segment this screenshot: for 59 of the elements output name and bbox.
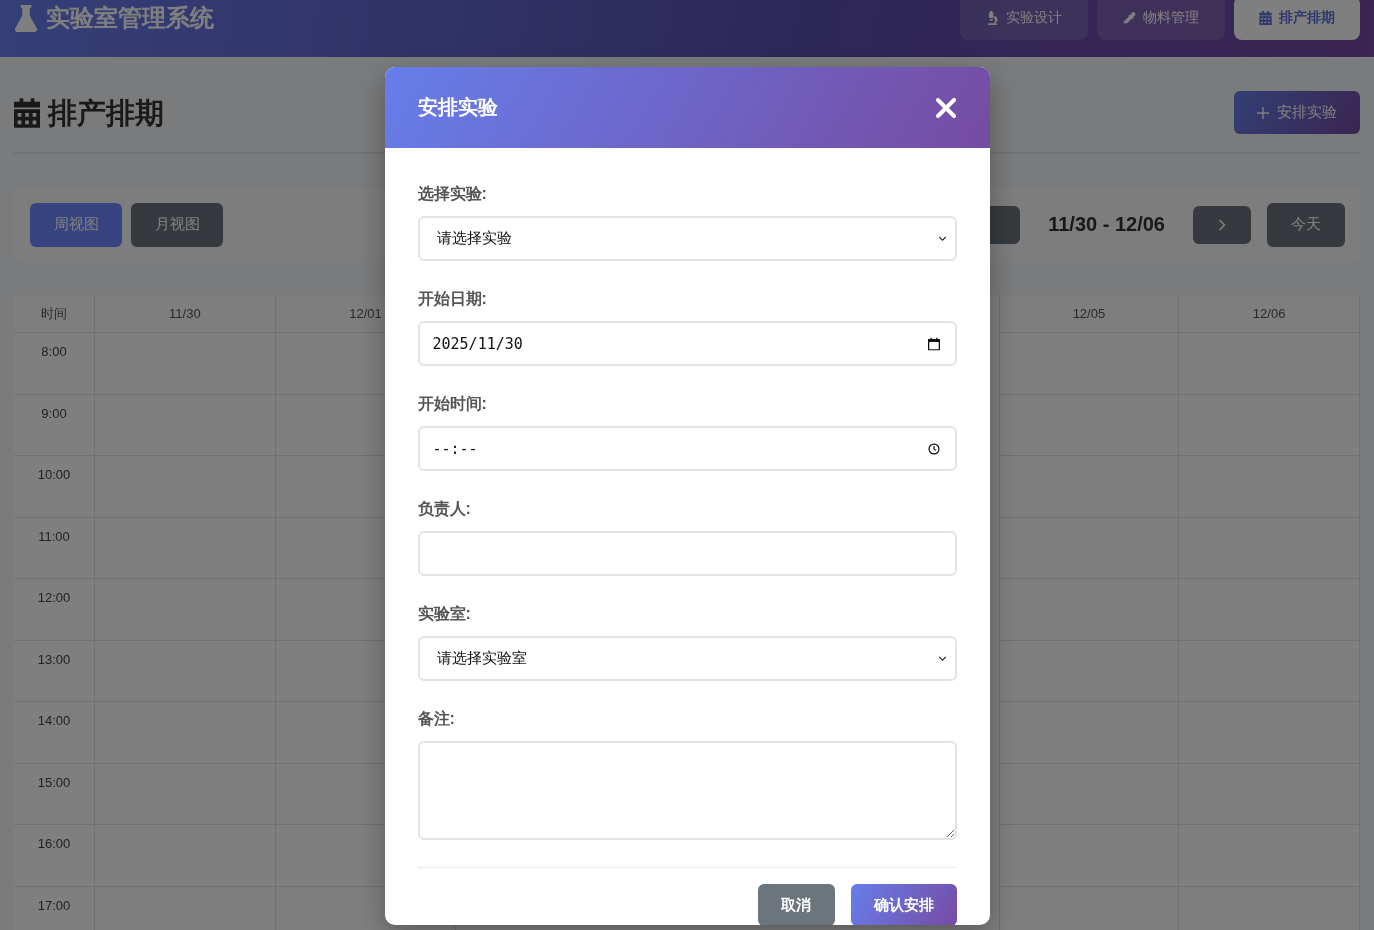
next-button[interactable]: [1193, 205, 1251, 244]
column-header: 12/06: [1179, 295, 1360, 333]
time-field[interactable]: --:--: [417, 426, 957, 471]
time-label: 16:00: [14, 825, 95, 887]
time-label: 13:00: [14, 640, 95, 702]
chevron-down-icon: [937, 236, 947, 241]
calendar-icon: [927, 337, 940, 350]
time-label: 12:00: [14, 579, 95, 641]
nav-tab[interactable]: 排产排期: [1234, 0, 1360, 40]
field-label: 备注:: [417, 709, 455, 729]
column-header: 11/30: [95, 295, 276, 333]
time-label: 9:00: [14, 394, 95, 456]
text-field[interactable]: [417, 531, 957, 576]
column-header: 12/05: [998, 295, 1180, 333]
field-label: 实验室:: [417, 604, 471, 624]
flask-icon: [14, 4, 38, 32]
time-label: 15:00: [14, 763, 95, 825]
calendar-slot[interactable]: [998, 333, 1180, 395]
calendar-slot[interactable]: [998, 640, 1180, 702]
time-label: 11:00: [14, 517, 95, 579]
confirm-button[interactable]: 确认安排: [850, 884, 957, 925]
calendar-slot[interactable]: [998, 825, 1180, 887]
date-field[interactable]: 2025/11/30: [417, 321, 957, 366]
calendar-slot[interactable]: [998, 394, 1180, 456]
time-label: 8:00: [14, 333, 95, 395]
column-header: 时间: [14, 295, 95, 333]
field-label: 负责人:: [417, 499, 471, 520]
field-label: 选择实验:: [417, 184, 487, 204]
field-label: 开始时间:: [417, 394, 487, 414]
date-range: 11/30 - 12/06: [1047, 213, 1166, 236]
time-label: 14:00: [14, 702, 95, 764]
select-field[interactable]: 请选择实验室: [417, 636, 957, 681]
calendar-icon: [1259, 11, 1272, 25]
select-field[interactable]: 请选择实验: [417, 216, 957, 261]
calendar-slot[interactable]: [998, 702, 1180, 764]
calendar-slot[interactable]: [998, 456, 1180, 518]
chevron-right-icon: [1218, 218, 1226, 231]
calendar-slot[interactable]: [998, 579, 1180, 641]
time-label: 17:00: [14, 886, 95, 930]
plus-icon: [1257, 106, 1269, 119]
calendar-icon: [14, 97, 40, 128]
chevron-down-icon: [937, 656, 947, 661]
schedule-button[interactable]: 安排实验: [1234, 91, 1360, 134]
today-button[interactable]: 今天: [1267, 202, 1345, 247]
calendar-slot[interactable]: [998, 517, 1180, 579]
time-label: 10:00: [14, 456, 95, 518]
app-title: 实验室管理系统: [46, 3, 214, 33]
calendar-slot[interactable]: [998, 886, 1180, 930]
cancel-button[interactable]: 取消: [757, 884, 835, 925]
close-icon: [935, 97, 956, 118]
view-tab[interactable]: 周视图: [30, 202, 122, 247]
eyedropper-icon: [1123, 11, 1136, 25]
modal-title: 安排实验: [417, 95, 498, 120]
microscope-icon: [986, 11, 999, 25]
notes-field[interactable]: [417, 741, 957, 840]
page-title: 排产排期: [48, 95, 164, 131]
clock-icon: [927, 442, 940, 455]
calendar-slot[interactable]: [998, 763, 1180, 825]
view-tab[interactable]: 月视图: [131, 202, 223, 247]
